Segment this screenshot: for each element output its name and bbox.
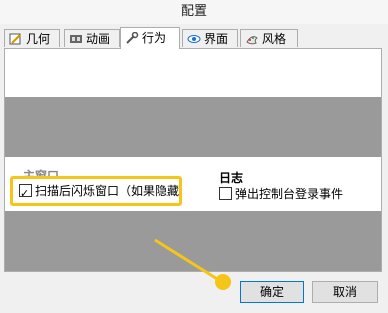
annotation-pointer	[154, 238, 231, 290]
